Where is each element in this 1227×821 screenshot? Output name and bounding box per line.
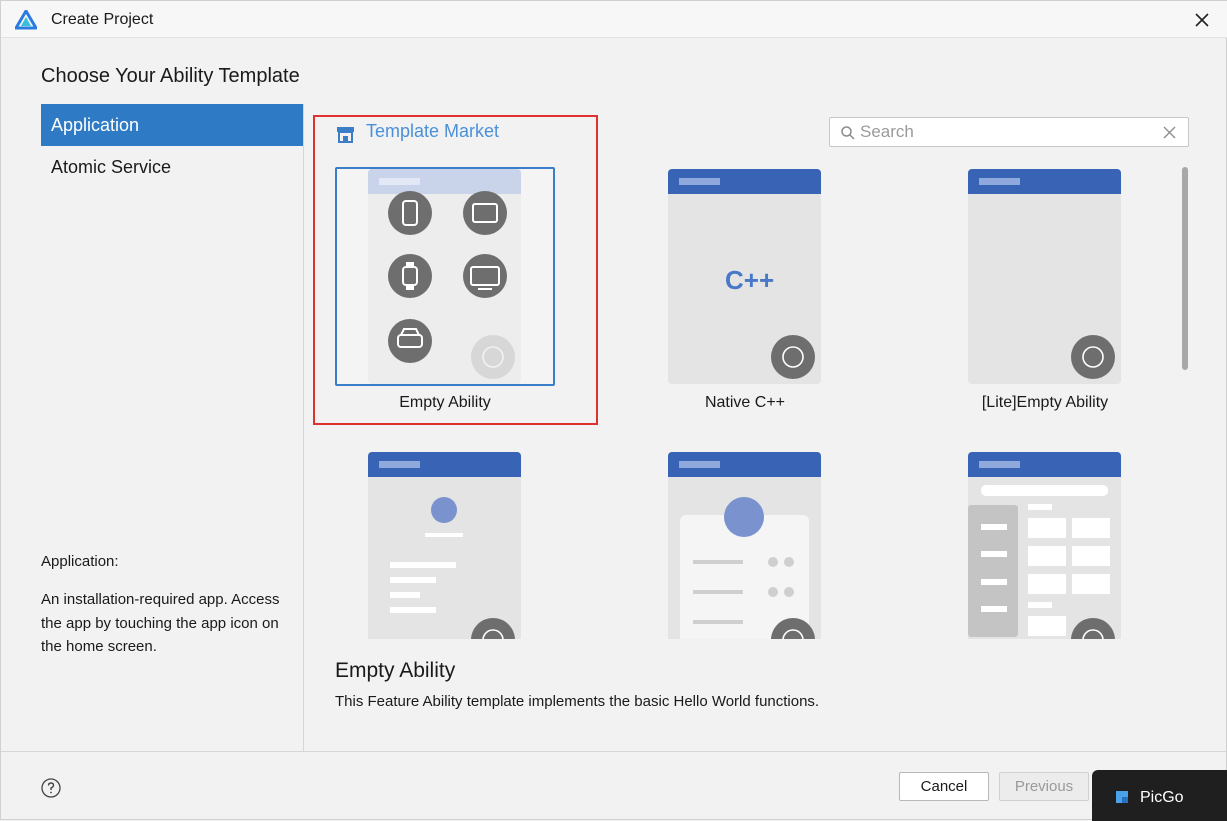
cancel-button[interactable]: Cancel [899,772,989,801]
template-detail-text: This Feature Ability template implements… [335,693,820,710]
template-thumbnail [668,452,821,639]
template-label: Empty Ability [399,394,491,411]
close-icon[interactable] [1190,8,1214,32]
template-card-native-cpp[interactable]: C++ Native C++ [635,167,855,411]
profile-preview [680,497,815,639]
clear-icon[interactable] [1163,126,1176,139]
footer-divider [1,751,1227,752]
template-thumbnail: C++ [668,169,821,384]
sidebar: Application Atomic Service [41,104,303,188]
template-card-lite-empty-ability[interactable]: [Lite]Empty Ability [935,167,1155,411]
scrollbar-thumb[interactable] [1182,167,1188,370]
sidebar-item-atomic-service[interactable]: Atomic Service [41,146,303,188]
search-box [829,117,1189,147]
template-card-list[interactable] [335,450,555,639]
template-label: Native C++ [704,394,786,411]
description-text: An installation-required app. Access the… [41,591,280,655]
deveco-logo-icon [15,10,37,30]
template-card-profile[interactable] [635,450,855,639]
store-icon [337,127,354,143]
template-label: [Lite]Empty Ability [981,394,1109,411]
search-icon [841,126,855,140]
create-project-window: Create Project Choose Your Ability Templ… [0,0,1227,821]
sidebar-divider [303,104,304,751]
picgo-taskbar-item[interactable]: PicGo [1092,770,1227,821]
template-thumbnail [968,169,1121,384]
grid-preview [968,485,1115,639]
picgo-label: PicGo [1140,789,1184,806]
sidebar-item-application[interactable]: Application [41,104,303,146]
template-thumbnail [368,452,521,639]
page-title: Choose Your Ability Template [41,65,300,87]
template-thumbnail [968,452,1121,639]
help-icon[interactable] [41,778,61,798]
ability-icon [1071,335,1115,379]
template-market-link[interactable]: Template Market [366,121,499,142]
title-bar: Create Project [1,1,1227,38]
template-thumbnail [368,169,521,384]
device-icons [388,191,515,379]
template-card-empty-ability[interactable]: Empty Ability [335,167,555,411]
ability-icon [771,335,815,379]
template-card-grid[interactable] [935,450,1155,639]
window-title: Create Project [51,11,154,28]
previous-button[interactable]: Previous [999,772,1089,801]
search-input[interactable] [860,121,1150,143]
picgo-icon [1116,791,1128,803]
template-grid: Empty Ability C++ Native C++ [Lite]Empty… [321,161,1171,639]
description-title: Application: [41,553,119,570]
list-preview [390,497,515,639]
template-detail-title: Empty Ability [335,659,456,682]
